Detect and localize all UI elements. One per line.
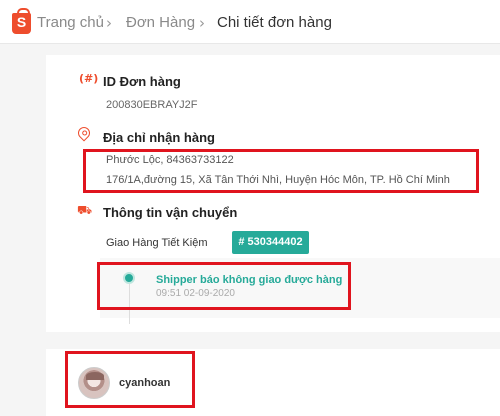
shopee-logo-icon[interactable]: S bbox=[12, 8, 31, 34]
order-id-title: ID Đơn hàng bbox=[103, 74, 181, 89]
top-bar: S Trang chủ › Đơn Hàng › Chi tiết đơn hà… bbox=[0, 0, 500, 44]
address-title: Địa chỉ nhận hàng bbox=[103, 130, 215, 145]
breadcrumb-current: Chi tiết đơn hàng bbox=[217, 14, 332, 31]
breadcrumb-separator-icon: › bbox=[106, 14, 112, 32]
tracking-number-badge[interactable]: # 530344402 bbox=[232, 231, 309, 254]
shipping-title: Thông tin vận chuyển bbox=[103, 205, 238, 220]
breadcrumb-orders[interactable]: Đơn Hàng bbox=[126, 14, 195, 31]
carrier-name: Giao Hàng Tiết Kiệm bbox=[106, 237, 208, 249]
breadcrumb-separator-icon: › bbox=[199, 14, 205, 32]
order-id-icon: (#) bbox=[79, 72, 99, 85]
highlight-box-buyer bbox=[65, 351, 195, 408]
breadcrumb-home[interactable]: Trang chủ bbox=[37, 14, 104, 31]
highlight-box-address bbox=[83, 149, 479, 193]
order-id-value: 200830EBRAYJ2F bbox=[106, 99, 198, 111]
highlight-box-status bbox=[97, 262, 351, 310]
truck-icon: ⛟ bbox=[77, 203, 93, 217]
